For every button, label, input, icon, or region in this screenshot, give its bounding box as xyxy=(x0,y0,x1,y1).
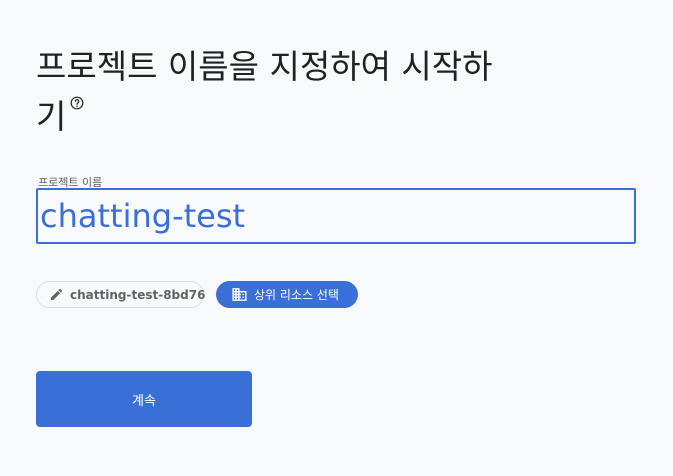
select-parent-resource-chip[interactable]: 상위 리소스 선택 xyxy=(216,281,358,308)
continue-button[interactable]: 계속 xyxy=(36,371,252,427)
create-project-page: 프로젝트 이름을 지정하여 시작하기 프로젝트 이름 chatting-test… xyxy=(0,0,673,476)
project-name-input[interactable] xyxy=(36,188,636,244)
parent-resource-label: 상위 리소스 선택 xyxy=(254,288,339,302)
page-title-text: 프로젝트 이름을 지정하여 시작하기 xyxy=(36,47,493,136)
domain-building-icon xyxy=(232,288,247,301)
page-title: 프로젝트 이름을 지정하여 시작하기 xyxy=(36,42,516,142)
project-id-chip[interactable]: chatting-test-8bd76 xyxy=(36,281,206,308)
project-id-label: chatting-test-8bd76 xyxy=(70,287,206,302)
help-circle-icon[interactable] xyxy=(70,96,84,110)
edit-pencil-icon xyxy=(50,288,63,301)
